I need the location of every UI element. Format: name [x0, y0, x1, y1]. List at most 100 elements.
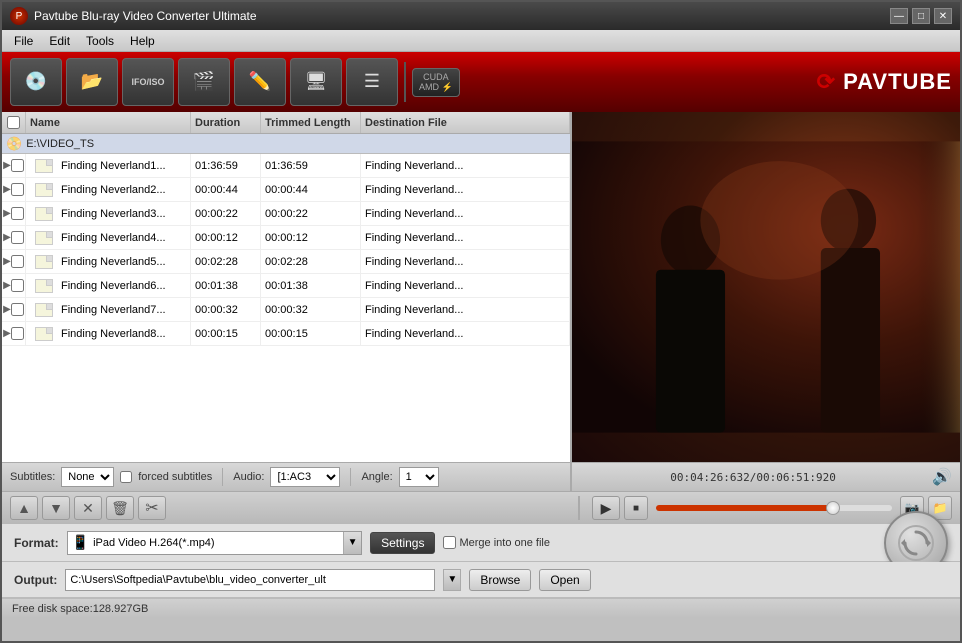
list-icon: ☰ [364, 71, 380, 92]
table-row[interactable]: ▶ Finding Neverland2... 00:00:44 00:00:4… [2, 178, 570, 202]
stop-button[interactable]: ■ [624, 496, 648, 520]
add-icon: 🎬 [193, 71, 215, 92]
move-up-button[interactable]: ▲ [10, 496, 38, 520]
row-name-text: Finding Neverland7... [61, 304, 166, 316]
file-icon [30, 231, 58, 245]
table-row[interactable]: ▶ Finding Neverland8... 00:00:15 00:00:1… [2, 322, 570, 346]
file-icon-inner [35, 159, 53, 173]
file-icon [30, 207, 58, 221]
progress-slider[interactable] [656, 505, 892, 511]
row-name: Finding Neverland6... [26, 274, 191, 297]
row-checkbox[interactable] [11, 303, 24, 316]
row-dest: Finding Neverland... [361, 298, 570, 321]
menu-help[interactable]: Help [122, 32, 163, 50]
trim-button[interactable]: ✂ [138, 496, 166, 520]
controls-separator-1 [222, 468, 223, 486]
row-duration: 00:00:15 [191, 322, 261, 345]
menu-tools[interactable]: Tools [78, 32, 122, 50]
table-row[interactable]: ▶ Finding Neverland5... 00:02:28 00:02:2… [2, 250, 570, 274]
row-expander[interactable]: ▶ [3, 232, 11, 243]
app-icon: P [10, 7, 28, 25]
table-row[interactable]: ▶ Finding Neverland3... 00:00:22 00:00:2… [2, 202, 570, 226]
maximize-button[interactable]: □ [912, 8, 930, 24]
disk-space-text: Free disk space:128.927GB [12, 603, 148, 615]
table-row[interactable]: ▶ Finding Neverland6... 00:01:38 00:01:3… [2, 274, 570, 298]
select-all-checkbox[interactable] [7, 116, 20, 129]
audio-select[interactable]: [1:AC3 [270, 467, 340, 487]
settings-button[interactable]: Settings [370, 532, 435, 554]
row-expander[interactable]: ▶ [3, 160, 11, 171]
row-dest: Finding Neverland... [361, 178, 570, 201]
preview-panel [572, 112, 960, 462]
table-row[interactable]: ▶ Finding Neverland4... 00:00:12 00:00:1… [2, 226, 570, 250]
move-down-button[interactable]: ▼ [42, 496, 70, 520]
file-icon [30, 159, 58, 173]
merge-checkbox[interactable] [443, 536, 456, 549]
row-expander[interactable]: ▶ [3, 328, 11, 339]
subtitles-select[interactable]: None [61, 467, 114, 487]
row-name-text: Finding Neverland3... [61, 208, 166, 220]
row-trimmed: 00:00:44 [261, 178, 361, 201]
row-checkbox[interactable] [11, 279, 24, 292]
row-name: Finding Neverland4... [26, 226, 191, 249]
delete-button[interactable]: 🗑 [106, 496, 134, 520]
row-name: Finding Neverland2... [26, 178, 191, 201]
output-path-input[interactable] [65, 569, 435, 591]
table-row[interactable]: ▶ Finding Neverland7... 00:00:32 00:00:3… [2, 298, 570, 322]
time-display: 00:04:26:632/00:06:51:920 [670, 471, 836, 484]
row-checkbox[interactable] [11, 183, 24, 196]
table-row[interactable]: ▶ Finding Neverland1... 01:36:59 01:36:5… [2, 154, 570, 178]
merge-label: Merge into one file [443, 536, 550, 549]
row-expander[interactable]: ▶ [3, 208, 11, 219]
load-disc-button[interactable]: 💿 [10, 58, 62, 106]
play-button[interactable]: ▶ [592, 496, 620, 520]
output-dropdown-arrow[interactable]: ▼ [443, 569, 461, 591]
add-video-button[interactable]: 🎬 [178, 58, 230, 106]
format-input[interactable] [93, 537, 343, 549]
row-duration: 00:00:44 [191, 178, 261, 201]
row-name-text: Finding Neverland2... [61, 184, 166, 196]
row-check-col: ▶ [2, 226, 26, 249]
main-window: P Pavtube Blu-ray Video Converter Ultima… [0, 0, 962, 643]
title-bar: P Pavtube Blu-ray Video Converter Ultima… [2, 2, 960, 30]
open-button[interactable]: Open [539, 569, 590, 591]
open-folder-button[interactable]: 📂 [66, 58, 118, 106]
list-button[interactable]: ☰ [346, 58, 398, 106]
row-expander[interactable]: ▶ [3, 304, 11, 315]
close-button[interactable]: ✕ [934, 8, 952, 24]
load-ifo-button[interactable]: IFO/ISO [122, 58, 174, 106]
row-expander[interactable]: ▶ [3, 256, 11, 267]
browse-button[interactable]: Browse [469, 569, 531, 591]
angle-select[interactable]: 1 [399, 467, 439, 487]
row-checkbox[interactable] [11, 159, 24, 172]
left-controls-bar: Subtitles: None forced subtitles Audio: … [2, 463, 572, 491]
forced-subtitles-checkbox[interactable] [120, 471, 132, 483]
row-expander[interactable]: ▶ [3, 280, 11, 291]
format-dropdown-arrow[interactable]: ▼ [343, 532, 361, 554]
file-list-body[interactable]: 📀 E:\VIDEO_TS ▶ Finding Neverland1... 01… [2, 134, 570, 462]
file-icon-inner [35, 303, 53, 317]
row-trimmed: 00:00:32 [261, 298, 361, 321]
progress-thumb[interactable] [826, 501, 840, 515]
row-trimmed: 00:00:22 [261, 202, 361, 225]
row-checkbox[interactable] [11, 207, 24, 220]
menu-edit[interactable]: Edit [41, 32, 78, 50]
menu-file[interactable]: File [6, 32, 41, 50]
minimize-button[interactable]: — [890, 8, 908, 24]
file-icon-inner [35, 207, 53, 221]
row-checkbox[interactable] [11, 255, 24, 268]
volume-icon[interactable]: 🔊 [932, 467, 952, 487]
remove-button[interactable]: ✕ [74, 496, 102, 520]
preview-button[interactable]: 🖥 [290, 58, 342, 106]
format-type-icon: 📱 [68, 534, 93, 551]
row-expander[interactable]: ▶ [3, 184, 11, 195]
row-check-col: ▶ [2, 250, 26, 273]
row-duration: 00:00:22 [191, 202, 261, 225]
row-check-col: ▶ [2, 322, 26, 345]
row-checkbox[interactable] [11, 231, 24, 244]
row-name-text: Finding Neverland8... [61, 328, 166, 340]
row-checkbox[interactable] [11, 327, 24, 340]
edit-button[interactable]: ✏️ [234, 58, 286, 106]
row-name: Finding Neverland5... [26, 250, 191, 273]
menu-bar: File Edit Tools Help [2, 30, 960, 52]
